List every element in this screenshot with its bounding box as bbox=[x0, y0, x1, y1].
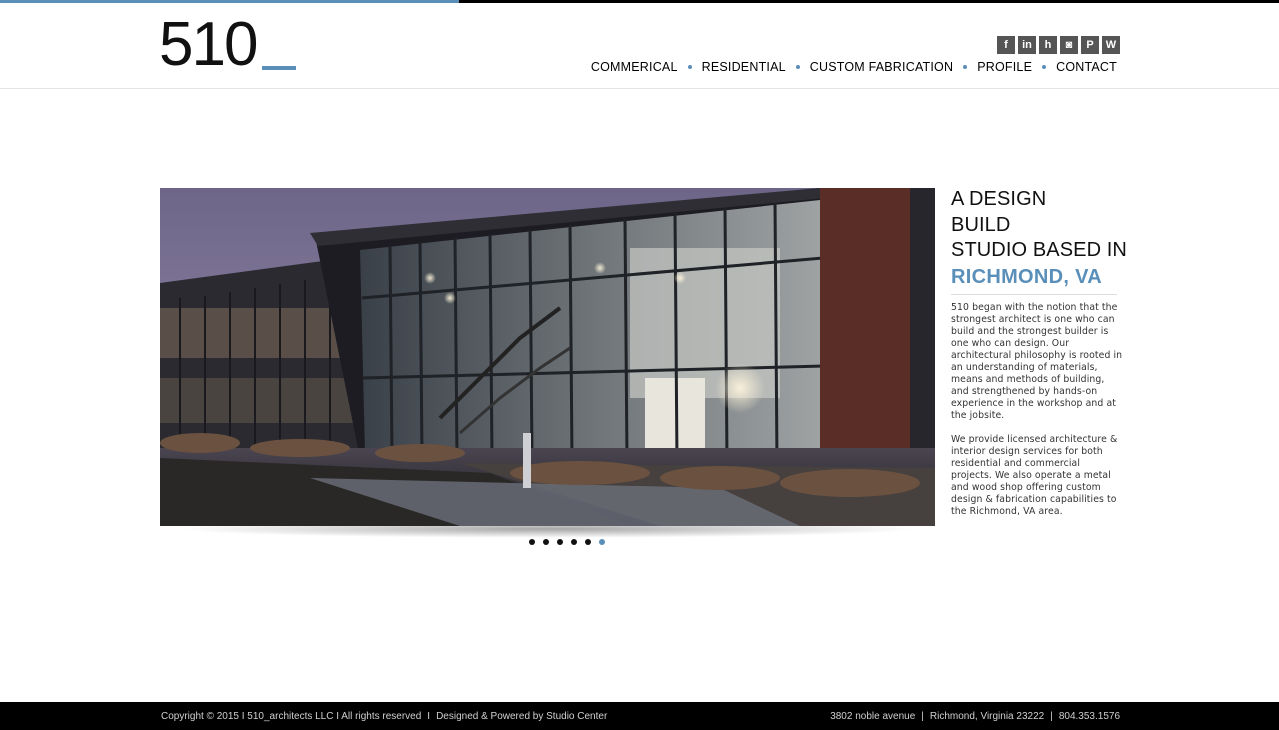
intro-heading-line2: BUILD bbox=[951, 213, 1011, 236]
nav-custom-fabrication[interactable]: CUSTOM FABRICATION bbox=[810, 60, 953, 74]
footer-pipe: | bbox=[921, 711, 924, 722]
site-footer: Copyright © 2015 I 510_architects LLC I … bbox=[0, 702, 1279, 730]
footer-copyright: Copyright © 2015 I 510_architects LLC I … bbox=[161, 711, 422, 722]
site-logo[interactable]: 510 bbox=[159, 14, 258, 76]
wordpress-icon[interactable]: W bbox=[1102, 36, 1120, 54]
nav-residential[interactable]: RESIDENTIAL bbox=[702, 60, 786, 74]
footer-pipe: | bbox=[1050, 711, 1053, 722]
instagram-icon[interactable]: ◙ bbox=[1060, 36, 1078, 54]
nav-contact[interactable]: CONTACT bbox=[1056, 60, 1117, 74]
logo-underscore bbox=[262, 66, 296, 70]
intro-divider bbox=[951, 293, 1117, 295]
nav-profile[interactable]: PROFILE bbox=[977, 60, 1032, 74]
footer-right: 3802 noble avenue | Richmond, Virginia 232… bbox=[830, 711, 1120, 722]
facebook-icon[interactable]: f bbox=[997, 36, 1015, 54]
footer-city: Richmond, Virginia 23222 bbox=[929, 711, 1045, 722]
slider-dot[interactable] bbox=[557, 539, 563, 545]
nav-separator bbox=[795, 65, 800, 69]
slider-dot-active[interactable] bbox=[599, 539, 605, 545]
nav-separator bbox=[687, 65, 692, 69]
intro-heading-city: RICHMOND, VA bbox=[951, 265, 1103, 288]
social-links: f in h ◙ P W bbox=[997, 36, 1120, 54]
intro-paragraph-1: 510 began with the notion that the stron… bbox=[951, 301, 1123, 421]
building-photo bbox=[160, 188, 935, 526]
slider-dot[interactable] bbox=[543, 539, 549, 545]
footer-phone[interactable]: 804.353.1576 bbox=[1059, 711, 1120, 722]
nav-separator bbox=[963, 65, 968, 69]
intro-paragraph-2: We provide licensed architecture & inter… bbox=[951, 433, 1118, 517]
pinterest-icon[interactable]: P bbox=[1081, 36, 1099, 54]
slider-pagination bbox=[529, 539, 605, 545]
footer-address: 3802 noble avenue bbox=[830, 711, 916, 722]
houzz-icon[interactable]: h bbox=[1039, 36, 1057, 54]
slider-dot[interactable] bbox=[571, 539, 577, 545]
slider-dot[interactable] bbox=[585, 539, 591, 545]
intro-heading-line1: A DESIGN bbox=[951, 188, 1047, 210]
linkedin-icon[interactable]: in bbox=[1018, 36, 1036, 54]
footer-separator: I bbox=[427, 711, 431, 722]
main-nav: COMMERICAL RESIDENTIAL CUSTOM FABRICATIO… bbox=[591, 60, 1117, 74]
site-header: 510 f in h ◙ P W COMMERICAL RESIDENTIAL … bbox=[0, 3, 1279, 89]
intro-heading-line3: STUDIO BASED IN bbox=[951, 239, 1127, 261]
footer-left: Copyright © 2015 I 510_architects LLC I … bbox=[161, 711, 607, 722]
slider-dot[interactable] bbox=[529, 539, 535, 545]
intro-panel: A DESIGN BUILD STUDIO BASED IN RICHMOND,… bbox=[951, 187, 1127, 518]
footer-credit-link[interactable]: Designed & Powered by Studio Center bbox=[436, 711, 607, 722]
hero-slide-image[interactable] bbox=[160, 188, 935, 526]
nav-commercial[interactable]: COMMERICAL bbox=[591, 60, 678, 74]
nav-separator bbox=[1042, 65, 1047, 69]
